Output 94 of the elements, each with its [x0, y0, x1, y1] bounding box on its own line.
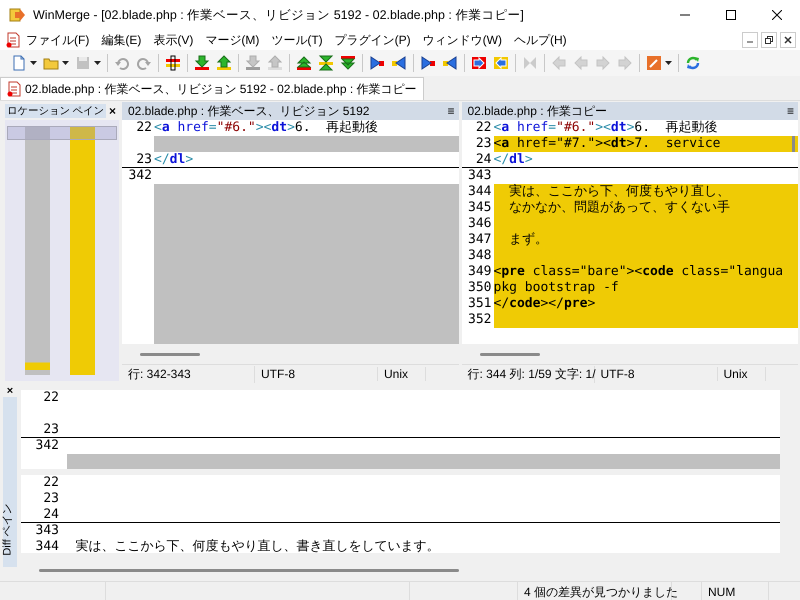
down-arrow-icon	[194, 55, 210, 71]
pane-title: 02.blade.php : 作業ベース、リビジョン 5192	[128, 102, 370, 120]
code-line: <a href="#6."><dt>6. 再起動後	[494, 120, 719, 136]
line-number: 343	[34, 522, 60, 539]
status-text: 行: 342-343	[122, 366, 255, 382]
line-number: 23	[135, 152, 153, 168]
line-number: 351	[467, 296, 492, 312]
status-text: Unix	[378, 367, 426, 381]
pane-title: Diff ペイン	[0, 503, 15, 556]
menu-item[interactable]: ヘルプ(H)	[508, 32, 573, 48]
pane-title: ロケーション ペイン	[5, 104, 106, 118]
close-icon	[784, 36, 792, 44]
line-number: 344	[34, 538, 60, 554]
scrollbar-thumb[interactable]	[792, 136, 795, 152]
maximize-icon	[726, 10, 736, 20]
line-number: 350	[467, 280, 492, 296]
up-chevron-icon	[296, 55, 312, 71]
refresh-icon	[685, 55, 701, 71]
right-arrow-icon	[420, 55, 436, 71]
line-number: 23	[474, 136, 492, 152]
code-line: </dl>	[154, 152, 194, 168]
minimize-button[interactable]	[742, 32, 758, 48]
code-line: </dl>	[494, 152, 534, 168]
close-icon	[772, 10, 782, 20]
line-number: 22	[42, 474, 60, 491]
status-message: 4 個の差異が見つかりました	[524, 584, 678, 600]
status-text: UTF-8	[594, 367, 718, 381]
line-number: 23	[42, 490, 60, 507]
scrollbar-thumb[interactable]	[140, 352, 200, 356]
code-line: 実は、ここから下、何度もやり直し、書き直しをしています。	[74, 538, 440, 554]
line-number: 22	[474, 120, 492, 136]
app-icon	[9, 7, 25, 23]
document-icon	[7, 81, 21, 97]
undo-icon	[114, 55, 130, 71]
line-number: 22	[135, 120, 153, 136]
bowtie-icon	[522, 55, 538, 71]
line-number: 348	[467, 248, 492, 264]
line-number: 352	[467, 312, 492, 328]
line-number: 23	[42, 422, 60, 438]
menu-item[interactable]: プラグイン(P)	[328, 32, 417, 48]
caret-icon[interactable]	[665, 61, 672, 65]
left-arrow-icon	[442, 55, 458, 71]
right-arrow-icon	[369, 55, 385, 71]
close-button[interactable]: ×	[6, 385, 14, 397]
box-right-arrow-icon	[471, 55, 487, 71]
left-arrow-icon	[551, 55, 567, 71]
document-icon	[11, 55, 27, 71]
pane-title: 02.blade.php : 作業コピー	[468, 102, 607, 120]
scrollbar-thumb[interactable]	[480, 352, 540, 356]
hourglass-arrows-icon	[318, 55, 334, 71]
status-text: 行: 344 列: 1/59 文字: 1/	[462, 366, 594, 382]
menu-item[interactable]: ツール(T)	[265, 32, 329, 48]
line-number: 346	[467, 216, 492, 232]
line-number: 347	[467, 232, 492, 248]
line-number: 342	[34, 438, 60, 454]
menu-item[interactable]: 表示(V)	[147, 32, 200, 48]
down-arrow-icon	[245, 55, 261, 71]
line-number: 342	[128, 168, 153, 184]
up-arrow-icon	[216, 55, 232, 71]
code-line: <a href="#6."><dt>6. 再起動後	[154, 120, 380, 136]
status-text: UTF-8	[255, 367, 378, 381]
line-number: 345	[467, 200, 492, 216]
num-lock-indicator: NUM	[708, 585, 736, 599]
down-chevron-icon	[340, 55, 356, 71]
line-number: 344	[467, 184, 492, 200]
window-title: WinMerge - [02.blade.php : 作業ベース、リビジョン 5192 - 02.blade.php : 作業コピー]	[33, 6, 525, 24]
menu-item[interactable]: ウィンドウ(W)	[416, 32, 508, 48]
line-number: 22	[42, 390, 60, 406]
left-arrow-icon	[573, 55, 589, 71]
close-button[interactable]	[780, 32, 796, 48]
pane-menu-button[interactable]: ≡	[786, 104, 794, 118]
menu-item[interactable]: マージ(M)	[199, 32, 266, 48]
scrollbar-thumb[interactable]	[39, 568, 459, 572]
restore-icon	[765, 36, 773, 44]
line-number: 24	[474, 152, 492, 168]
redo-icon	[136, 55, 152, 71]
caret-icon[interactable]	[62, 61, 69, 65]
right-arrow-icon	[617, 55, 633, 71]
caret-icon[interactable]	[30, 61, 37, 65]
box-left-arrow-icon	[493, 55, 509, 71]
status-text: Unix	[718, 367, 766, 381]
close-button[interactable]: ×	[108, 104, 119, 118]
menu-item[interactable]: ファイル(F)	[20, 32, 96, 48]
document-tab[interactable]: 02.blade.php : 作業ベース、リビジョン 5192 - 02.blade.php : 作業コピー	[0, 77, 424, 100]
pane-menu-button[interactable]: ≡	[447, 104, 454, 118]
right-arrow-icon	[595, 55, 611, 71]
up-arrow-icon	[267, 55, 283, 71]
highlight-bars-icon	[165, 55, 181, 71]
line-number: 24	[42, 506, 60, 523]
left-arrow-icon	[391, 55, 407, 71]
line-number: 349	[467, 264, 492, 280]
restore-button[interactable]	[761, 32, 777, 48]
menu-item[interactable]: 編集(E)	[95, 32, 148, 48]
line-number: 343	[467, 168, 492, 184]
